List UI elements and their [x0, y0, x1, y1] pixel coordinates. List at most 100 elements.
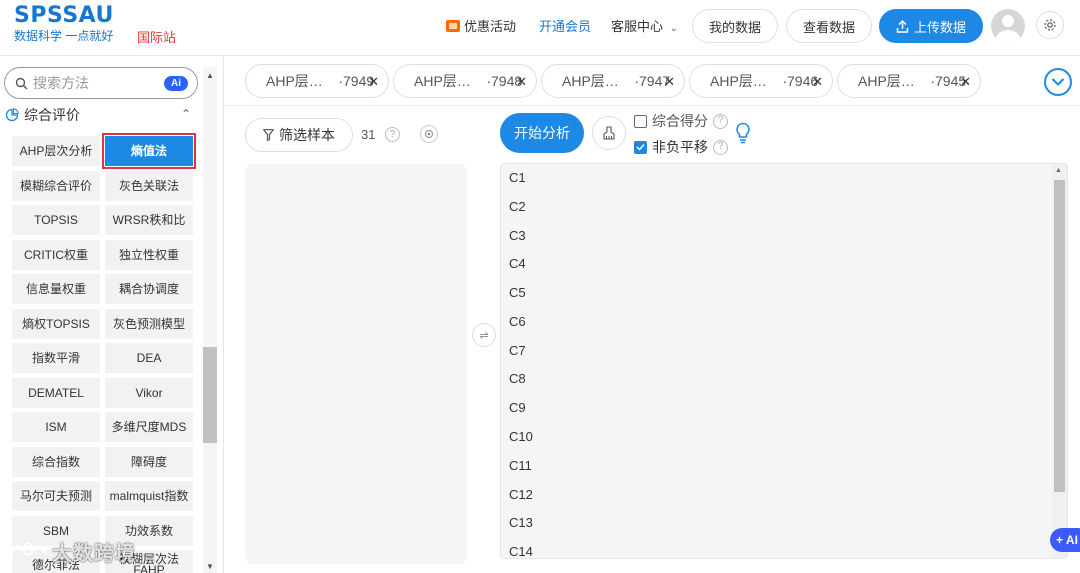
variable-item[interactable]: C6: [509, 311, 526, 333]
scroll-up-arrow-icon[interactable]: ▲: [206, 71, 214, 80]
logo-slogan: 数据科学 一点就好: [14, 29, 114, 43]
close-icon[interactable]: ✕: [664, 74, 675, 90]
method-coupling[interactable]: 耦合协调度: [105, 274, 193, 304]
method-wrsr[interactable]: WRSR秩和比: [105, 205, 193, 235]
variable-item[interactable]: C13: [509, 512, 533, 534]
variable-item[interactable]: C8: [509, 368, 526, 390]
close-icon[interactable]: ✕: [516, 74, 527, 90]
filter-samples-button[interactable]: 筛选样本: [245, 118, 353, 152]
clear-button[interactable]: [592, 116, 626, 150]
method-search[interactable]: Ai: [4, 67, 198, 99]
scroll-up-arrow-icon[interactable]: ▲: [1055, 167, 1062, 174]
upload-data-button[interactable]: 上传数据: [879, 9, 983, 43]
chevron-down-icon: [1051, 78, 1065, 86]
collapse-caret-icon[interactable]: ⌃: [181, 107, 191, 121]
close-icon[interactable]: ✕: [960, 74, 971, 90]
help-icon[interactable]: ?: [713, 139, 728, 155]
category-label: 综合评价: [24, 107, 80, 123]
scroll-down-arrow-icon[interactable]: ▼: [206, 562, 214, 571]
score-checkbox[interactable]: [634, 114, 647, 128]
sidebar-scroll-thumb[interactable]: [203, 347, 217, 443]
method-dea[interactable]: DEA: [105, 343, 193, 373]
search-icon: [15, 77, 28, 89]
method-info-weight[interactable]: 信息量权重: [12, 274, 100, 304]
ai-assistant-button[interactable]: + AI: [1050, 528, 1080, 552]
method-mds[interactable]: 多维尺度MDS: [105, 412, 193, 442]
promo-label: 优惠活动: [464, 19, 517, 34]
method-independence[interactable]: 独立性权重: [105, 240, 193, 270]
method-obstacle[interactable]: 障碍度: [105, 447, 193, 477]
sample-count: 31: [361, 127, 376, 142]
target-icon: [425, 130, 433, 138]
method-ahp[interactable]: AHP层次分析: [12, 136, 100, 166]
watermark-text: 大数跨境: [52, 543, 136, 565]
history-tab[interactable]: AHP层… ·7949 ✕: [245, 64, 389, 98]
category-header[interactable]: 综合评价: [5, 105, 195, 125]
chevron-down-icon: ⌄: [669, 23, 679, 34]
variable-item[interactable]: C5: [509, 282, 526, 304]
tab-name: AHP层…: [858, 73, 915, 89]
ai-search-badge[interactable]: Ai: [164, 76, 188, 91]
start-analysis-button[interactable]: 开始分析: [500, 113, 584, 153]
method-dematel[interactable]: DEMATEL: [12, 378, 100, 408]
selected-variables-panel[interactable]: [245, 164, 467, 564]
method-fuzzy[interactable]: 模糊综合评价: [12, 171, 100, 201]
top-header: SPSSAU 数据科学 一点就好 国际站 优惠活动 开通会员 客服中心 ⌄ 我的…: [0, 0, 1080, 56]
method-entropy[interactable]: 熵值法: [102, 133, 196, 169]
shift-checkbox[interactable]: [634, 140, 647, 154]
tabs-expand-button[interactable]: [1044, 68, 1072, 96]
variable-item[interactable]: C3: [509, 225, 526, 247]
sidebar-scrollbar[interactable]: [203, 67, 217, 573]
method-topsis[interactable]: TOPSIS: [12, 205, 100, 235]
promo-link[interactable]: 优惠活动: [446, 16, 516, 35]
option-composite-score[interactable]: 综合得分 ?: [634, 111, 728, 131]
intl-site-link[interactable]: 国际站: [137, 27, 176, 46]
method-grey-forecast[interactable]: 灰色预测模型: [105, 309, 193, 339]
logo[interactable]: SPSSAU 数据科学 一点就好: [14, 5, 114, 44]
method-search-input[interactable]: [33, 75, 153, 91]
filter-icon: [263, 129, 274, 141]
variable-item[interactable]: C7: [509, 340, 526, 362]
method-vikor[interactable]: Vikor: [105, 378, 193, 408]
close-icon[interactable]: ✕: [368, 74, 379, 90]
divider: [225, 105, 1080, 106]
method-composite-index[interactable]: 综合指数: [12, 447, 100, 477]
option-nonneg-shift[interactable]: 非负平移 ?: [634, 137, 728, 157]
target-settings-button[interactable]: [420, 125, 438, 143]
settings-button[interactable]: [1036, 11, 1064, 39]
my-data-button[interactable]: 我的数据: [692, 9, 778, 43]
variable-list-panel[interactable]: C1 C2 C3 C4 C5 C6 C7 C8 C9 C10 C11 C12 C…: [500, 163, 1068, 559]
variable-item[interactable]: C10: [509, 426, 533, 448]
method-critic[interactable]: CRITIC权重: [12, 240, 100, 270]
history-tab[interactable]: AHP层… ·7946 ✕: [689, 64, 833, 98]
variable-item[interactable]: C1: [509, 167, 526, 189]
service-center-menu[interactable]: 客服中心 ⌄: [611, 16, 678, 35]
variable-item[interactable]: C12: [509, 484, 533, 506]
variable-item[interactable]: C14: [509, 541, 533, 558]
method-markov[interactable]: 马尔可夫预测: [12, 481, 100, 511]
help-icon[interactable]: ?: [713, 113, 728, 129]
help-icon[interactable]: ?: [385, 127, 400, 142]
history-tab[interactable]: AHP层… ·7945 ✕: [837, 64, 981, 98]
user-avatar[interactable]: [991, 9, 1025, 43]
history-tab[interactable]: AHP层… ·7947 ✕: [541, 64, 685, 98]
variable-item[interactable]: C4: [509, 253, 526, 275]
method-entropy-topsis[interactable]: 熵权TOPSIS: [12, 309, 100, 339]
variable-item[interactable]: C9: [509, 397, 526, 419]
vip-link[interactable]: 开通会员: [539, 16, 591, 35]
view-data-button[interactable]: 查看数据: [786, 9, 872, 43]
method-malmquist[interactable]: malmquist指数: [105, 481, 193, 511]
swap-icon[interactable]: ⇌: [472, 323, 496, 347]
method-grey-relation[interactable]: 灰色关联法: [105, 171, 193, 201]
method-ism[interactable]: ISM: [12, 412, 100, 442]
variable-item[interactable]: C2: [509, 196, 526, 218]
lightbulb-icon[interactable]: [735, 122, 751, 147]
history-tab[interactable]: AHP层… ·7948 ✕: [393, 64, 537, 98]
variable-scroll-thumb[interactable]: [1054, 180, 1065, 492]
service-label: 客服中心: [611, 19, 664, 34]
gift-icon: [446, 19, 460, 32]
method-smoothing[interactable]: 指数平滑: [12, 343, 100, 373]
variable-item[interactable]: C11: [509, 455, 532, 477]
close-icon[interactable]: ✕: [812, 74, 823, 90]
filter-label: 筛选样本: [279, 127, 335, 143]
